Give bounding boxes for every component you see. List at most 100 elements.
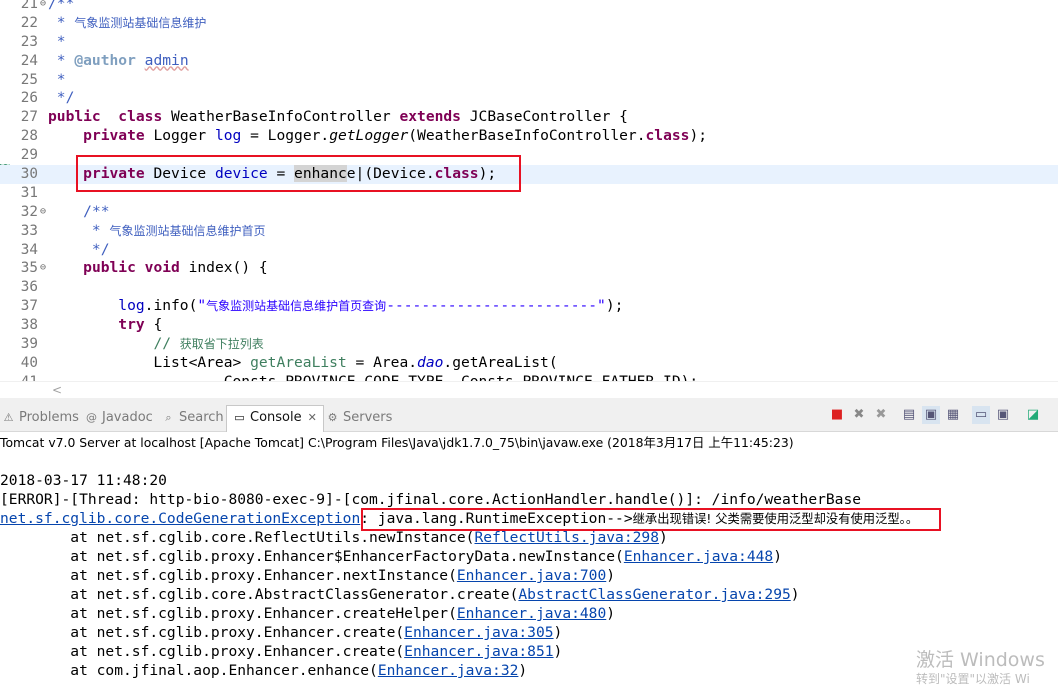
code-token: ); — [689, 127, 708, 145]
code-token: getLogger — [329, 127, 409, 145]
code-token: /** — [48, 0, 75, 12]
word-wrap-icon[interactable]: ▦ — [944, 406, 962, 424]
line-number: 27 — [20, 109, 38, 126]
stack-frame-method: at net.sf.cglib.core.ReflectUtils.newIns… — [0, 529, 475, 546]
code-editor[interactable]: 21 ⊖/** 22 * 气象监测站基础信息维护 23 * 24 * @author a… — [0, 0, 1058, 381]
stack-frame: at net.sf.cglib.proxy.Enhancer.create(En… — [0, 623, 1058, 642]
code-line[interactable]: 24 * @author admin — [0, 52, 1058, 71]
stack-frame-close: ) — [606, 567, 616, 584]
fold-icon[interactable]: ⊖ — [38, 0, 48, 14]
console-icon: ▭ — [234, 411, 245, 424]
code-text: /** — [48, 0, 74, 14]
code-line[interactable]: 33 * 气象监测站基础信息维护首页 — [0, 222, 1058, 241]
code-text: */ — [48, 89, 75, 108]
stack-frame-close: ) — [773, 548, 782, 565]
code-line[interactable]: 39 // 获取省下拉列表 — [0, 335, 1058, 354]
code-token: public — [48, 108, 101, 126]
horizontal-scrollbar[interactable]: < — [0, 381, 1058, 399]
code-line[interactable]: 37 log.info("气象监测站基础信息维护首页查询------------… — [0, 297, 1058, 316]
code-line[interactable]: 32 ⊖ /** — [0, 203, 1058, 222]
terminate-icon[interactable]: ■ — [828, 406, 846, 424]
code-line[interactable]: 21 ⊖/** — [0, 0, 1058, 14]
stack-frame-link[interactable]: ReflectUtils.java:298 — [474, 529, 659, 546]
code-text: Consts.PROVINCE_CODE_TYPE, Consts.PROVIN… — [48, 373, 698, 381]
code-line[interactable]: 41 Consts.PROVINCE_CODE_TYPE, Consts.PRO… — [0, 373, 1058, 381]
stack-frame-link[interactable]: Enhancer.java:305 — [404, 624, 553, 641]
line-number: 23 — [20, 33, 38, 50]
line-number: 21 — [20, 0, 38, 12]
close-icon[interactable]: ✕ — [308, 411, 317, 424]
tab-javadoc[interactable]: @ Javadoc — [85, 406, 153, 430]
tab-problems[interactable]: ⚠ Problems — [2, 406, 79, 430]
line-number: 29 — [20, 147, 38, 164]
line-number: 28 — [20, 128, 38, 145]
code-token: class — [118, 108, 163, 126]
fold-icon[interactable]: ⊖ — [38, 203, 48, 222]
stack-frame-link[interactable]: AbstractClassGenerator.java:295 — [518, 586, 790, 603]
code-line[interactable]: 28 private Logger log = Logger.getLogger… — [0, 127, 1058, 146]
code-token: * — [48, 13, 75, 31]
code-line[interactable]: 25 * — [0, 71, 1058, 90]
code-line[interactable]: 38 try { — [0, 316, 1058, 335]
exception-link[interactable]: net.sf.cglib.core.CodeGenerationExceptio… — [0, 510, 360, 527]
activate-windows-hint: 转到"设置"以激活 Wi — [916, 672, 1030, 686]
stack-frame-close: ) — [658, 529, 668, 546]
stack-frame-link[interactable]: Enhancer.java:480 — [457, 605, 606, 622]
line-number: 36 — [20, 279, 38, 296]
fold-icon[interactable]: ⊖ — [38, 259, 48, 278]
servers-icon: ⚙ — [327, 411, 338, 424]
code-token: dao — [417, 353, 444, 371]
code-line[interactable]: 36 — [0, 278, 1058, 297]
console-output[interactable]: 2018-03-17 11:48:20 [ERROR]-[Thread: htt… — [0, 471, 1058, 680]
remove-launch-icon[interactable]: ✖ — [850, 406, 868, 424]
tab-search[interactable]: ⌕ Search — [162, 406, 223, 430]
code-token: .info( — [144, 297, 198, 315]
open-console-icon[interactable]: ◪ — [1024, 406, 1042, 424]
code-text: private Logger log = Logger.getLogger(We… — [48, 127, 707, 146]
tab-javadoc-label: Javadoc — [102, 410, 153, 425]
code-token: * — [48, 51, 75, 69]
code-line[interactable]: 35 ⊖ public void index() { — [0, 259, 1058, 278]
stack-frame-link[interactable]: Enhancer.java:700 — [457, 567, 606, 584]
problems-icon: ⚠ — [3, 411, 14, 424]
code-token: (WeatherBaseInfoController. — [408, 127, 646, 145]
code-token: * — [48, 221, 110, 239]
scroll-lock-icon[interactable]: ▣ — [922, 406, 940, 424]
stack-frame-link[interactable]: Enhancer.java:32 — [378, 662, 519, 679]
code-line[interactable]: 22 * 气象监测站基础信息维护 — [0, 14, 1058, 33]
highlight-box-exception — [361, 508, 941, 531]
remove-all-icon[interactable]: ✖ — [872, 406, 890, 424]
code-line[interactable]: 34 */ — [0, 241, 1058, 260]
code-text: try { — [48, 316, 162, 335]
stack-frame: at net.sf.cglib.core.AbstractClassGenera… — [0, 585, 1058, 604]
code-token: " — [197, 297, 207, 315]
stack-frame-link[interactable]: Enhancer.java:448 — [624, 548, 773, 565]
code-line[interactable]: 23 * — [0, 33, 1058, 52]
code-token: */ — [48, 240, 110, 258]
pin-console-icon[interactable]: ▭ — [972, 406, 990, 424]
line-number: 34 — [20, 241, 38, 258]
code-text: public class WeatherBaseInfoController e… — [48, 108, 628, 127]
line-number: 40 — [20, 354, 38, 371]
stack-frame-link[interactable]: Enhancer.java:851 — [404, 643, 553, 660]
code-text: public void index() { — [48, 259, 268, 278]
tab-servers[interactable]: ⚙ Servers — [326, 406, 393, 430]
code-token: * — [48, 70, 66, 88]
code-line[interactable]: 27 public class WeatherBaseInfoController… — [0, 108, 1058, 127]
display-selected-console-icon[interactable]: ▣ — [994, 406, 1012, 424]
scroll-left-icon[interactable]: < — [52, 382, 62, 399]
clear-console-icon[interactable]: ▤ — [900, 406, 918, 424]
code-line[interactable]: 40 List<Area> getAreaList = Area.dao.get… — [0, 354, 1058, 373]
stack-frame-close: ) — [553, 643, 563, 660]
code-token: 气象监测站基础信息维护 — [74, 15, 207, 30]
code-token: .getAreaList( — [443, 353, 558, 371]
tab-console[interactable]: ▭ Console ✕ — [226, 405, 324, 432]
highlight-box-device-line — [76, 155, 521, 192]
launch-description: Tomcat v7.0 Server at localhost [Apache … — [0, 435, 794, 450]
tab-console-label: Console — [250, 410, 302, 425]
code-line[interactable]: 26 */ — [0, 89, 1058, 108]
code-token: try — [118, 316, 145, 334]
code-token: admin — [144, 51, 189, 69]
